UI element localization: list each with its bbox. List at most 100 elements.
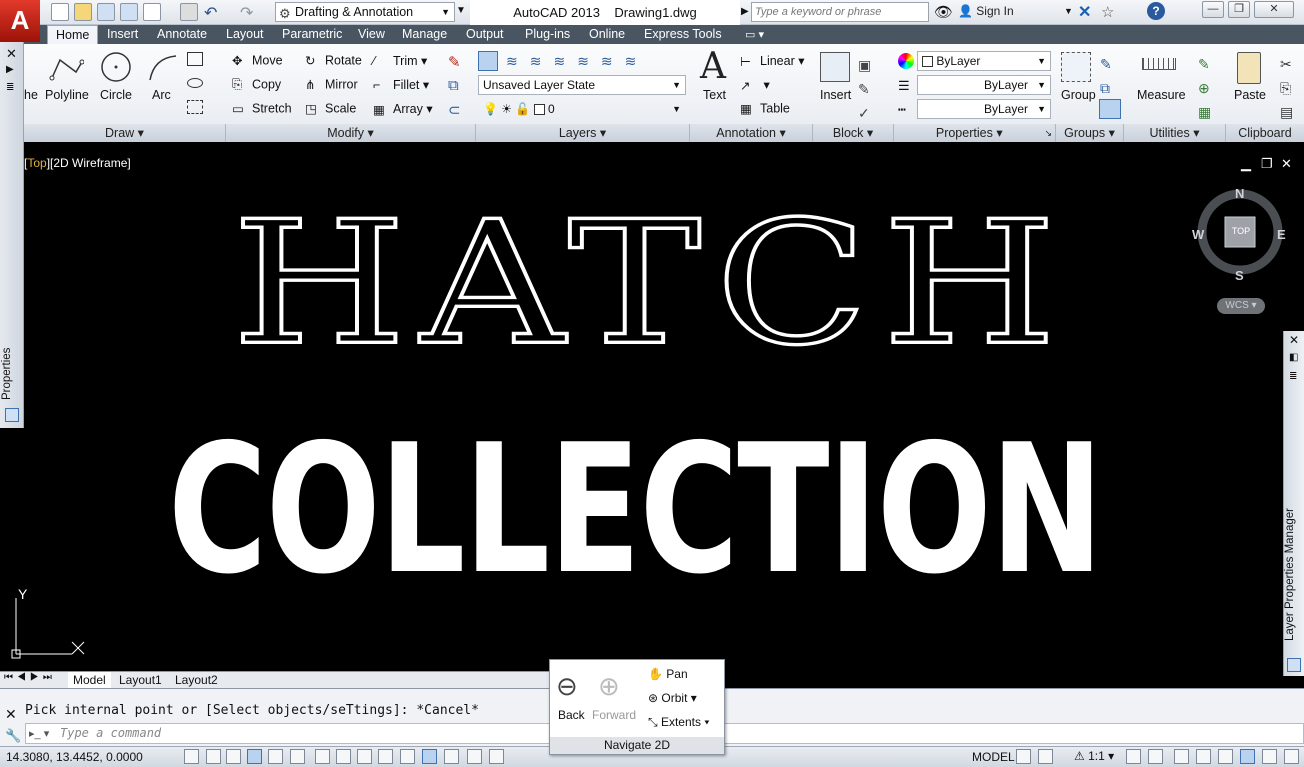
quick-properties-icon[interactable] bbox=[444, 749, 459, 764]
properties-palette-label[interactable]: Properties bbox=[1, 348, 23, 400]
tab-layout1[interactable]: Layout1 bbox=[114, 672, 167, 688]
infer-constraints-icon[interactable] bbox=[184, 749, 199, 764]
transparency-icon[interactable] bbox=[422, 749, 437, 764]
panel-title-draw[interactable]: Draw ▾ bbox=[24, 124, 226, 142]
panel-title-layers[interactable]: Layers ▾ bbox=[476, 124, 690, 142]
view-label[interactable]: Top bbox=[27, 156, 46, 170]
status-bar-menu-icon[interactable] bbox=[1262, 749, 1277, 764]
wcs-menu[interactable]: WCS ▾ bbox=[1217, 298, 1265, 314]
plot-preview-icon[interactable] bbox=[143, 3, 161, 21]
dynamic-input-icon[interactable] bbox=[378, 749, 393, 764]
snap-mode-icon[interactable] bbox=[206, 749, 221, 764]
sign-in-chevron-icon[interactable]: ▼ bbox=[1064, 6, 1073, 16]
annotation-visibility-icon[interactable] bbox=[1126, 749, 1141, 764]
viewport-close-icon[interactable]: ✕ bbox=[1281, 156, 1292, 172]
array-button[interactable]: ▦ Array ▾ bbox=[373, 101, 433, 118]
block-tools-icon[interactable]: ▣ ✎ ✓ bbox=[858, 53, 871, 125]
palette-menu-icon[interactable]: ≣ bbox=[1289, 371, 1297, 382]
compass-east[interactable]: E bbox=[1277, 227, 1286, 242]
match-properties-icon[interactable] bbox=[898, 53, 914, 69]
quick-access-customize-icon[interactable]: ▼ bbox=[456, 5, 466, 16]
rectangle-icon[interactable] bbox=[187, 52, 203, 66]
utility-tools-icon[interactable]: ✎ ⊕ ▦ bbox=[1198, 52, 1211, 124]
ribbon-minimize-icon[interactable]: ▭ ▾ bbox=[745, 28, 764, 41]
isolate-objects-icon[interactable] bbox=[1240, 749, 1255, 764]
group-button[interactable]: Group bbox=[1061, 88, 1096, 102]
save-as-icon[interactable] bbox=[120, 3, 138, 21]
object-snap-icon[interactable] bbox=[290, 749, 305, 764]
binoculars-icon[interactable]: 👁 bbox=[934, 3, 953, 21]
trim-button[interactable]: ⁄ Trim ▾ bbox=[373, 53, 427, 70]
sign-in-button[interactable]: 👤 Sign In bbox=[958, 4, 1014, 18]
save-icon[interactable] bbox=[97, 3, 115, 21]
linear-button[interactable]: ⊢ Linear ▾ bbox=[740, 53, 805, 70]
tab-manage[interactable]: Manage bbox=[394, 25, 455, 44]
panel-title-modify[interactable]: Modify ▾ bbox=[226, 124, 476, 142]
tab-view[interactable]: View bbox=[350, 25, 393, 44]
polar-tracking-icon[interactable] bbox=[268, 749, 283, 764]
close-icon[interactable]: ✕ bbox=[5, 706, 17, 723]
viewcube-top-face[interactable]: TOP bbox=[1230, 226, 1252, 236]
plot-icon[interactable] bbox=[180, 3, 198, 21]
text-button[interactable]: Text bbox=[703, 88, 726, 102]
auto-scale-icon[interactable] bbox=[1148, 749, 1163, 764]
copy-button[interactable]: ⎘ Copy bbox=[232, 77, 281, 93]
minimize-button[interactable]: — bbox=[1202, 1, 1224, 18]
measure-button[interactable]: Measure bbox=[1137, 88, 1186, 102]
layer-properties-icon[interactable] bbox=[478, 51, 498, 71]
move-button[interactable]: ✥ Move bbox=[232, 53, 283, 69]
layer-dropdown[interactable]: 💡 ☀ 🔓 0 ▼ bbox=[478, 99, 686, 119]
redo-icon[interactable]: ↷ bbox=[240, 3, 253, 23]
offset-icon[interactable]: ⊂ bbox=[448, 101, 461, 119]
line-button-clipped[interactable]: he bbox=[24, 88, 38, 102]
layer-state-dropdown[interactable]: Unsaved Layer State ▼ bbox=[478, 75, 686, 95]
linetype-dropdown[interactable]: ByLayer ▼ bbox=[917, 99, 1051, 119]
color-dropdown[interactable]: ByLayer ▼ bbox=[917, 51, 1051, 71]
erase-icon[interactable]: ✎ bbox=[448, 53, 461, 71]
forward-button[interactable]: Forward bbox=[592, 708, 636, 722]
workspace-dropdown[interactable]: ⚙ Drafting & Annotation ▼ bbox=[275, 2, 455, 22]
orbit-button[interactable]: ⊛ Orbit ▾ bbox=[648, 691, 697, 705]
viewport-controls[interactable]: [Top][2D Wireframe] bbox=[24, 156, 131, 170]
search-input[interactable]: Type a keyword or phrase bbox=[751, 2, 929, 22]
viewport-restore-icon[interactable]: ❐ bbox=[1261, 156, 1273, 172]
grid-display-icon[interactable] bbox=[226, 749, 241, 764]
extents-button[interactable]: ⤡ Extents ▾ bbox=[648, 715, 709, 730]
selection-cycling-icon[interactable] bbox=[467, 749, 482, 764]
3d-object-snap-icon[interactable] bbox=[315, 749, 330, 764]
panel-title-annotation[interactable]: Annotation ▾ bbox=[690, 124, 813, 142]
lock-ui-icon[interactable] bbox=[1196, 749, 1211, 764]
panel-title-clipboard[interactable]: Clipboard bbox=[1226, 124, 1304, 142]
panel-title-utilities[interactable]: Utilities ▾ bbox=[1124, 124, 1226, 142]
exchange-icon[interactable]: ✕ bbox=[1078, 2, 1091, 22]
properties-palette-icon[interactable] bbox=[5, 408, 19, 422]
customize-icon[interactable]: 🔧 bbox=[5, 728, 21, 744]
tab-layout[interactable]: Layout bbox=[218, 25, 272, 44]
rotate-button[interactable]: ↻ Rotate bbox=[305, 53, 362, 69]
stretch-button[interactable]: ▭ Stretch bbox=[232, 101, 292, 117]
viewport-minimize-icon[interactable]: ▁ bbox=[1241, 156, 1251, 172]
palette-menu-icon[interactable]: ≣ bbox=[6, 82, 14, 93]
panel-title-block[interactable]: Block ▾ bbox=[813, 124, 894, 142]
undo-icon[interactable]: ↶ bbox=[204, 3, 217, 23]
mirror-button[interactable]: ⋔ Mirror bbox=[305, 77, 358, 93]
tab-insert[interactable]: Insert bbox=[99, 25, 146, 44]
polyline-button[interactable]: Polyline bbox=[45, 88, 89, 102]
layer-properties-palette-icon[interactable] bbox=[1287, 658, 1301, 672]
insert-button[interactable]: Insert bbox=[820, 88, 851, 102]
ellipse-icon[interactable] bbox=[187, 78, 203, 88]
command-prompt-icon[interactable]: ▸_ ▾ bbox=[29, 727, 49, 740]
application-menu-button[interactable]: A bbox=[0, 0, 40, 42]
tab-express-tools[interactable]: Express Tools bbox=[636, 25, 730, 44]
leader-button[interactable]: ↗ ▾ bbox=[740, 77, 770, 94]
group-tools-icon[interactable]: ✎ ⧉ bbox=[1100, 52, 1112, 100]
object-snap-tracking-icon[interactable] bbox=[336, 749, 351, 764]
quick-view-layouts-icon[interactable] bbox=[1016, 749, 1031, 764]
new-icon[interactable] bbox=[51, 3, 69, 21]
layer-properties-manager-label[interactable]: Layer Properties Manager bbox=[1284, 500, 1304, 650]
restore-button[interactable]: ❐ bbox=[1228, 1, 1250, 18]
tab-plug-ins[interactable]: Plug-ins bbox=[517, 25, 578, 44]
group-selection-toggle-icon[interactable] bbox=[1099, 99, 1121, 119]
model-space-button[interactable]: MODEL bbox=[972, 750, 1015, 764]
open-icon[interactable] bbox=[74, 3, 92, 21]
